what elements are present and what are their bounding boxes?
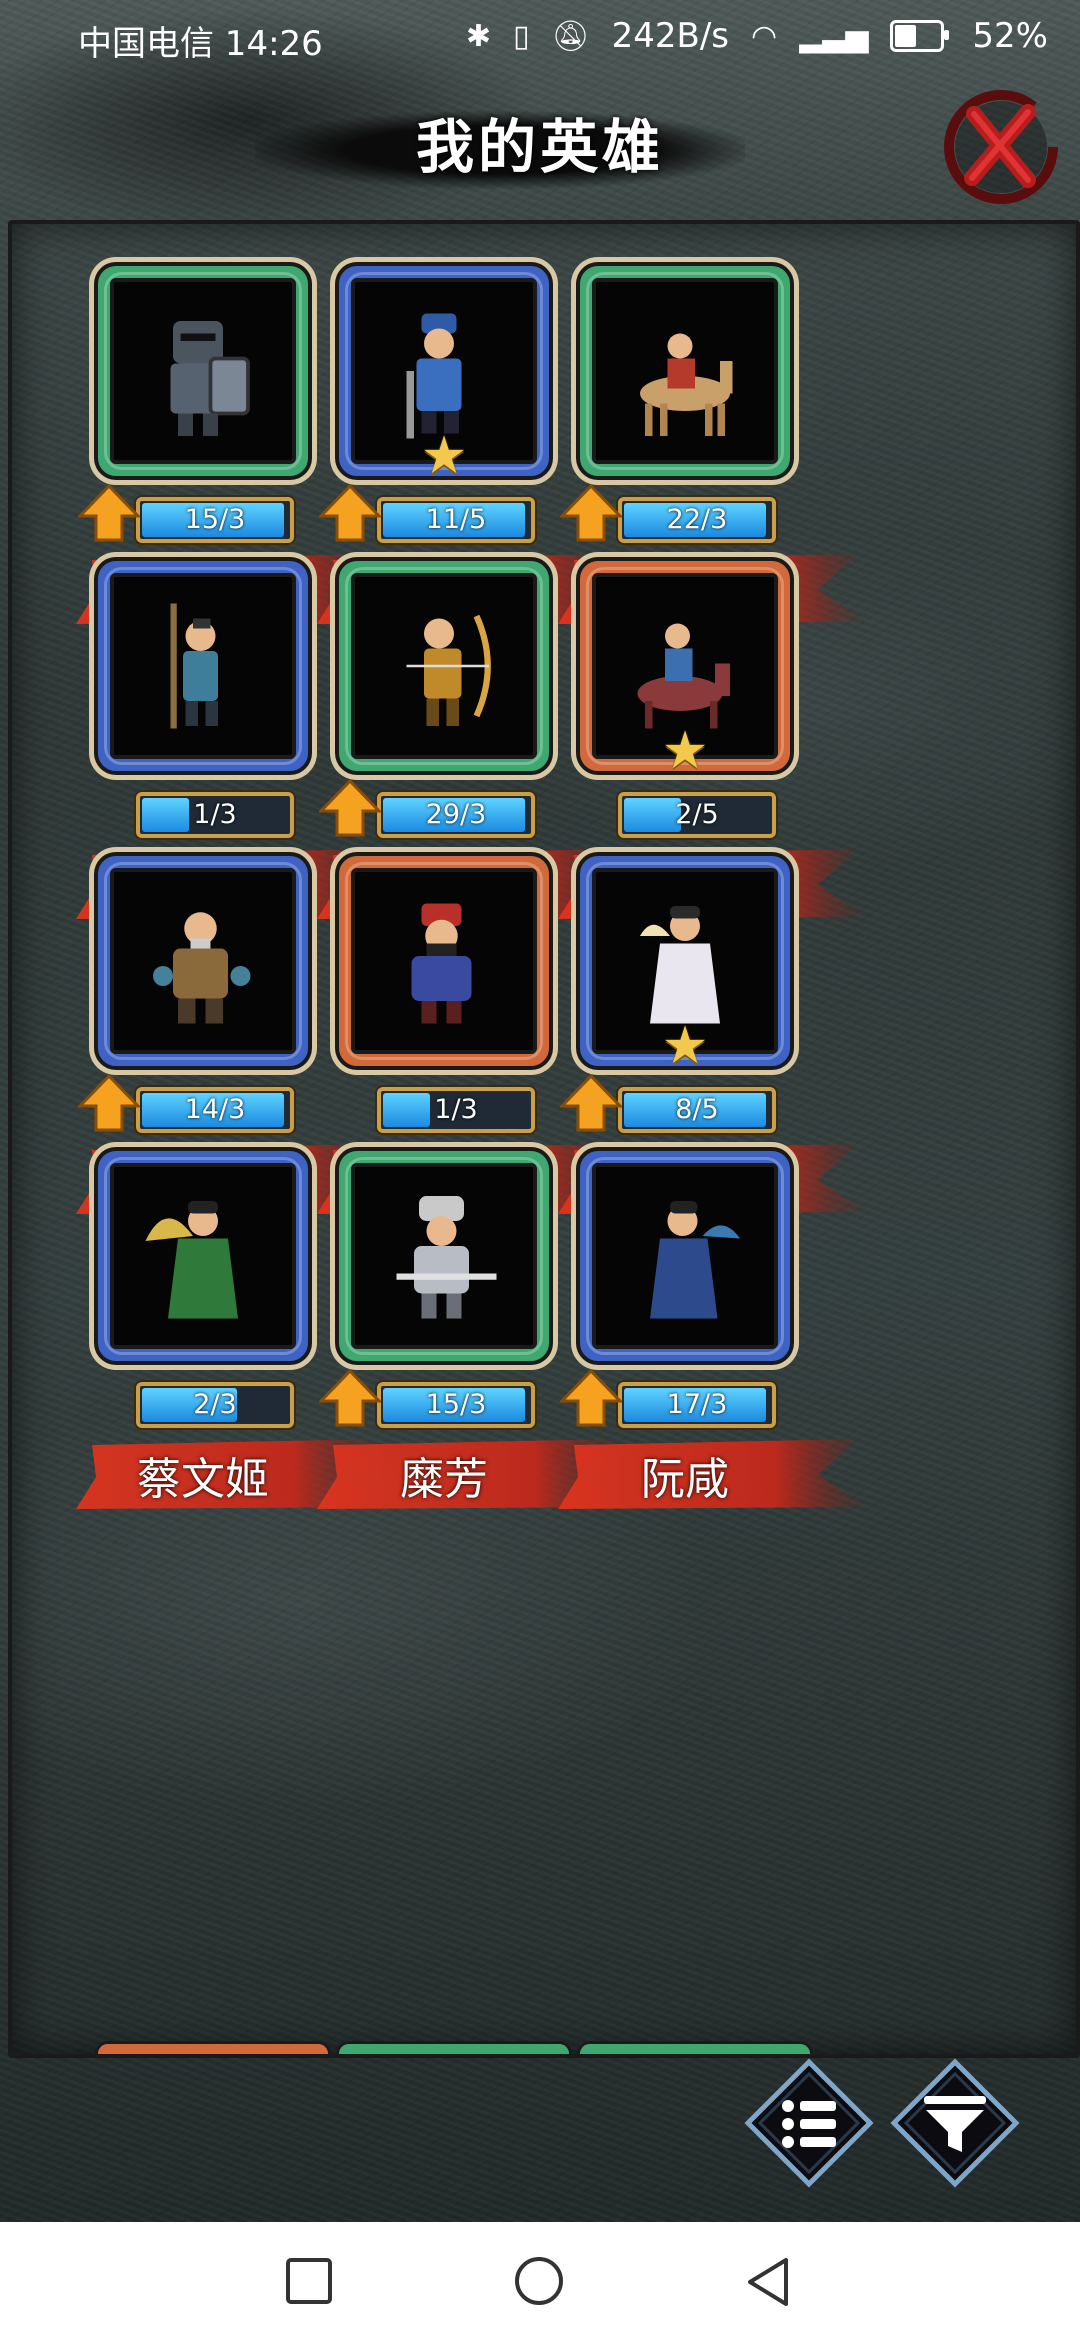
close-icon	[944, 90, 1058, 204]
recent-apps-button[interactable]	[284, 2256, 334, 2310]
back-icon	[748, 2258, 788, 2306]
partial-hero-frame[interactable]	[580, 2044, 810, 2054]
silver-armor-portrait	[365, 1177, 523, 1335]
progress-text: 2/3	[193, 1389, 237, 1420]
bluetooth-icon: ✱	[465, 18, 492, 54]
battery-percent: 52%	[972, 16, 1048, 56]
vibrate-icon: ▯	[513, 18, 530, 54]
battery-charging-icon	[890, 20, 950, 52]
page-title: 我的英雄	[415, 113, 664, 181]
list-button[interactable]	[744, 2058, 874, 2188]
shard-progress: 2/3	[136, 1382, 294, 1428]
back-button[interactable]	[744, 2256, 794, 2314]
portrait-frame[interactable]: ★	[580, 856, 790, 1076]
shard-progress: 17/3	[618, 1382, 776, 1428]
portrait-frame[interactable]	[580, 1151, 790, 1361]
scholar-fan-portrait	[606, 1177, 764, 1335]
shield-soldier-portrait	[124, 292, 282, 450]
upgrade-arrow-icon[interactable]	[558, 1368, 624, 1427]
hero-grid: 15/3 周仓 ★ 11/5 李肃	[8, 220, 1080, 2058]
close-button[interactable]	[936, 82, 1066, 212]
hero-name: 阮咸	[641, 1454, 729, 1505]
star-icon: ★	[661, 721, 709, 781]
home-button[interactable]	[512, 2256, 566, 2314]
wifi-icon: ◠	[751, 18, 778, 54]
signal-4g-icon: ▂▃▅	[799, 18, 869, 54]
elder-general-portrait	[124, 882, 282, 1040]
navigation-bar	[0, 2222, 1080, 2340]
net-speed: 242B/s	[611, 16, 730, 56]
lady-green-portrait	[124, 1177, 282, 1335]
filter-button[interactable]	[890, 2058, 1020, 2188]
hero-card[interactable]: 17/3 阮咸	[514, 1107, 868, 1509]
progress-text: 17/3	[666, 1389, 728, 1420]
star-icon: ★	[420, 426, 468, 486]
upgrade-arrow-icon[interactable]	[317, 1368, 383, 1427]
progress-text: 15/3	[425, 1389, 487, 1420]
carrier-time: 中国电信 14:26	[78, 24, 323, 64]
camel-rider-portrait	[606, 292, 764, 450]
mute-icon: 🔕︎	[551, 18, 590, 54]
partial-hero-frame[interactable]	[339, 2044, 569, 2054]
star-icon: ★	[661, 1016, 709, 1076]
warrior-portrait	[365, 882, 523, 1040]
shard-progress: 15/3	[377, 1382, 535, 1428]
portrait-frame[interactable]: ★	[580, 561, 790, 781]
list-icon	[744, 2058, 874, 2188]
status-bar: 中国电信 14:26 ✱ ▯ 🔕︎ 242B/s ◠ ▂▃▅ 52%	[0, 0, 1080, 76]
partial-hero-frame[interactable]	[98, 2044, 328, 2054]
home-icon	[515, 2257, 563, 2305]
archer-portrait	[365, 587, 523, 745]
portrait-frame[interactable]	[580, 266, 790, 476]
spearman-portrait	[124, 587, 282, 745]
filter-icon	[890, 2058, 1020, 2188]
recent-apps-icon	[286, 2258, 332, 2304]
